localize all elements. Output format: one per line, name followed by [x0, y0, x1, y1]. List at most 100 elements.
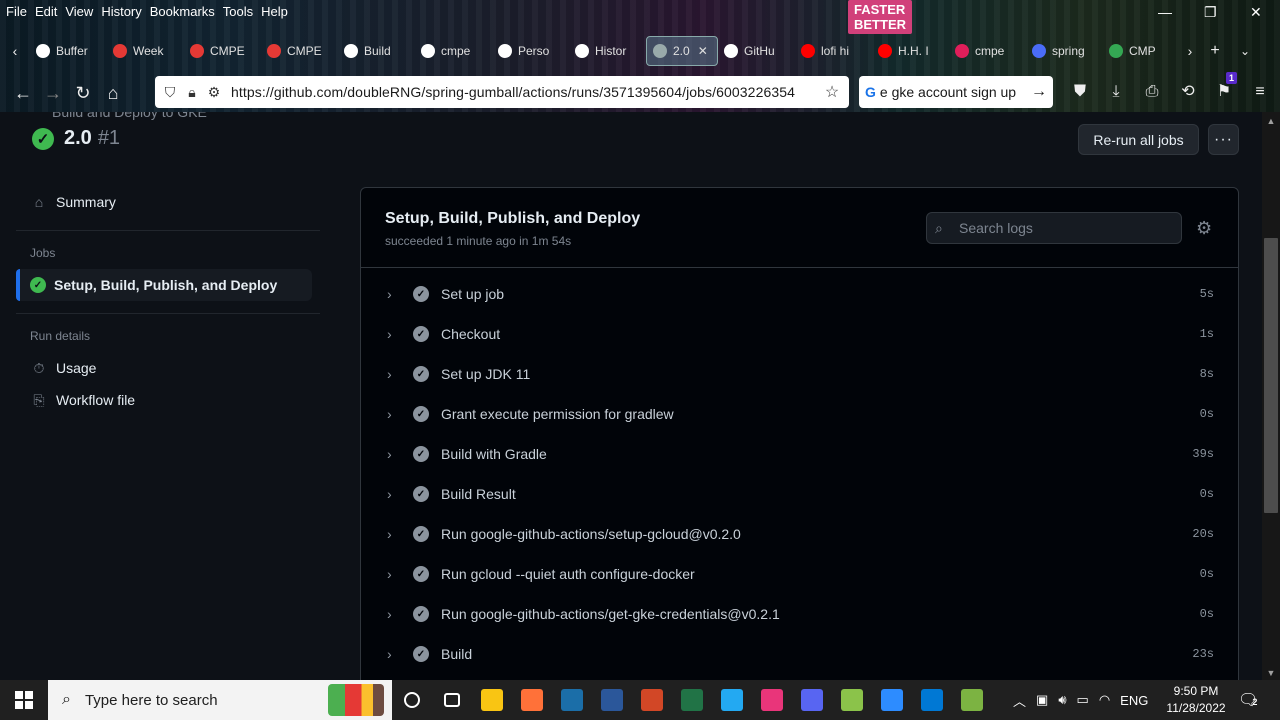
more-options-button[interactable]: ···: [1208, 124, 1239, 155]
taskbar-app-firefox[interactable]: [512, 680, 552, 720]
step-row[interactable]: › ✓ Build with Gradle 39s: [361, 434, 1238, 474]
browser-tab[interactable]: CMPE: [261, 36, 338, 66]
menu-view[interactable]: View: [59, 4, 93, 19]
url-text[interactable]: https://github.com/doubleRNG/spring-gumb…: [231, 84, 821, 100]
print-icon[interactable]: ⎙: [1134, 78, 1170, 106]
step-row[interactable]: › ✓ Run google-github-actions/setup-gcloud…: [361, 514, 1238, 554]
taskbar-app-word[interactable]: [592, 680, 632, 720]
extension-icon[interactable]: ⚑ 1: [1206, 72, 1242, 106]
search-go-icon[interactable]: →: [1031, 83, 1047, 101]
chevron-right-icon[interactable]: ›: [387, 366, 401, 382]
page-scrollbar[interactable]: ▲ ▼: [1262, 112, 1280, 680]
restore-button[interactable]: ❐: [1204, 4, 1217, 21]
chevron-right-icon[interactable]: ›: [387, 566, 401, 582]
wifi-icon[interactable]: ◠: [1099, 692, 1110, 708]
taskbar-app-zoom[interactable]: [872, 680, 912, 720]
browser-tab[interactable]: GitHu: [718, 36, 795, 66]
sidebar-item-workflow-file[interactable]: ⎘ Workflow file: [16, 384, 320, 416]
clock[interactable]: 9:50 PM 11/28/2022: [1160, 683, 1232, 717]
menu-edit[interactable]: Edit: [29, 4, 57, 19]
history-icon[interactable]: ⟲: [1170, 78, 1206, 106]
windows-start-button[interactable]: [0, 680, 48, 720]
chevron-right-icon[interactable]: ›: [387, 526, 401, 542]
menu-file[interactable]: File: [0, 4, 27, 19]
chevron-right-icon[interactable]: ›: [387, 286, 401, 302]
pocket-icon[interactable]: ⛊: [1062, 78, 1098, 106]
menu-tools[interactable]: Tools: [217, 4, 253, 19]
step-row[interactable]: › ✓ Run gcloud --quiet auth configure-dock…: [361, 554, 1238, 594]
taskbar-app-photos[interactable]: [912, 680, 952, 720]
taskbar-app-task-view[interactable]: [432, 680, 472, 720]
menu-bookmarks[interactable]: Bookmarks: [144, 4, 215, 19]
step-row[interactable]: › ✓ Set up job 5s: [361, 274, 1238, 314]
battery-icon[interactable]: ▭: [1077, 692, 1089, 708]
sidebar-item-summary[interactable]: ⌂ Summary: [16, 186, 320, 218]
browser-tab[interactable]: Week: [107, 36, 184, 66]
downloads-icon[interactable]: ⤓: [1098, 78, 1134, 106]
shield-icon[interactable]: ⛉: [159, 84, 181, 101]
scrollbar-thumb[interactable]: [1264, 238, 1278, 513]
language-indicator[interactable]: ENG: [1120, 693, 1148, 708]
reload-icon[interactable]: ↻: [68, 78, 98, 108]
tab-list-chevron-icon[interactable]: ⌄: [1230, 36, 1260, 66]
taskbar-app-excel[interactable]: [672, 680, 712, 720]
chevron-right-icon[interactable]: ›: [387, 486, 401, 502]
browser-tab[interactable]: cmpe: [949, 36, 1026, 66]
browser-tab[interactable]: cmpe: [415, 36, 492, 66]
scroll-down-icon[interactable]: ▼: [1262, 668, 1280, 678]
menu-history[interactable]: History: [95, 4, 141, 19]
taskbar-app-paint[interactable]: [832, 680, 872, 720]
step-row[interactable]: › ✓ Build Result 0s: [361, 474, 1238, 514]
log-search-input[interactable]: [959, 220, 1169, 236]
browser-tab[interactable]: CMP: [1103, 36, 1180, 66]
browser-tab[interactable]: Buffer: [30, 36, 107, 66]
close-tab-icon[interactable]: ✕: [698, 44, 708, 58]
browser-tab[interactable]: Histor: [569, 36, 646, 66]
permissions-icon[interactable]: ⚙: [203, 84, 225, 101]
chevron-right-icon[interactable]: ›: [387, 406, 401, 422]
taskbar-app-notepad[interactable]: [952, 680, 992, 720]
minimize-button[interactable]: —: [1158, 4, 1172, 20]
web-search-bar[interactable]: G e gke account sign up →: [859, 76, 1053, 108]
browser-tab[interactable]: H.H. I: [872, 36, 949, 66]
rerun-all-jobs-button[interactable]: Re-run all jobs: [1078, 124, 1199, 155]
chevron-right-icon[interactable]: ›: [387, 326, 401, 342]
browser-tab[interactable]: Perso: [492, 36, 569, 66]
taskbar-app-cortana[interactable]: [392, 680, 432, 720]
chevron-right-icon[interactable]: ›: [387, 446, 401, 462]
volume-icon[interactable]: 🔊︎: [1058, 692, 1066, 708]
workflow-name[interactable]: Build and Deploy to GKE: [52, 112, 207, 120]
step-row[interactable]: › ✓ Set up JDK 11 8s: [361, 354, 1238, 394]
forward-icon[interactable]: →: [38, 78, 68, 108]
step-row[interactable]: › ✓ Build 23s: [361, 634, 1238, 674]
lock-icon[interactable]: 🔒︎: [181, 84, 203, 101]
notification-center-icon[interactable]: 🗨︎2: [1238, 690, 1258, 710]
url-bar[interactable]: ⛉ 🔒︎ ⚙ https://github.com/doubleRNG/spri…: [155, 76, 849, 108]
taskbar-app-vscode[interactable]: [712, 680, 752, 720]
taskbar-app-steam[interactable]: [552, 680, 592, 720]
browser-tab[interactable]: lofi hi: [795, 36, 872, 66]
browser-tab[interactable]: CMPE: [184, 36, 261, 66]
sidebar-item-active-job[interactable]: ✓ Setup, Build, Publish, and Deploy: [16, 269, 312, 301]
close-window-button[interactable]: ✕: [1250, 4, 1262, 21]
chevron-right-icon[interactable]: ›: [387, 646, 401, 662]
step-row[interactable]: › ✓ Checkout 1s: [361, 314, 1238, 354]
step-row[interactable]: › ✓ Grant execute permission for gradlew 0s: [361, 394, 1238, 434]
tray-chevron-icon[interactable]: ︿: [1013, 691, 1026, 710]
chevron-right-icon[interactable]: ›: [387, 606, 401, 622]
taskbar-app-file-explorer[interactable]: [472, 680, 512, 720]
step-row[interactable]: › ✓ Run google-github-actions/get-gke-cred…: [361, 594, 1238, 634]
taskbar-search[interactable]: ⌕ Type here to search: [48, 680, 392, 720]
scroll-up-icon[interactable]: ▲: [1262, 116, 1280, 126]
tab-active[interactable]: 2.0 ✕: [646, 36, 718, 66]
back-icon[interactable]: ←: [8, 78, 38, 108]
taskbar-app-intellij[interactable]: [752, 680, 792, 720]
taskbar-app-powerpoint[interactable]: [632, 680, 672, 720]
meet-icon[interactable]: ▣: [1036, 692, 1048, 708]
browser-tab[interactable]: spring: [1026, 36, 1103, 66]
bookmark-star-icon[interactable]: ☆: [821, 82, 843, 102]
log-search[interactable]: ⌕: [926, 212, 1182, 244]
taskbar-app-discord[interactable]: [792, 680, 832, 720]
gear-icon[interactable]: ⚙: [1196, 218, 1212, 239]
web-search-value[interactable]: e gke account sign up: [880, 84, 1031, 100]
